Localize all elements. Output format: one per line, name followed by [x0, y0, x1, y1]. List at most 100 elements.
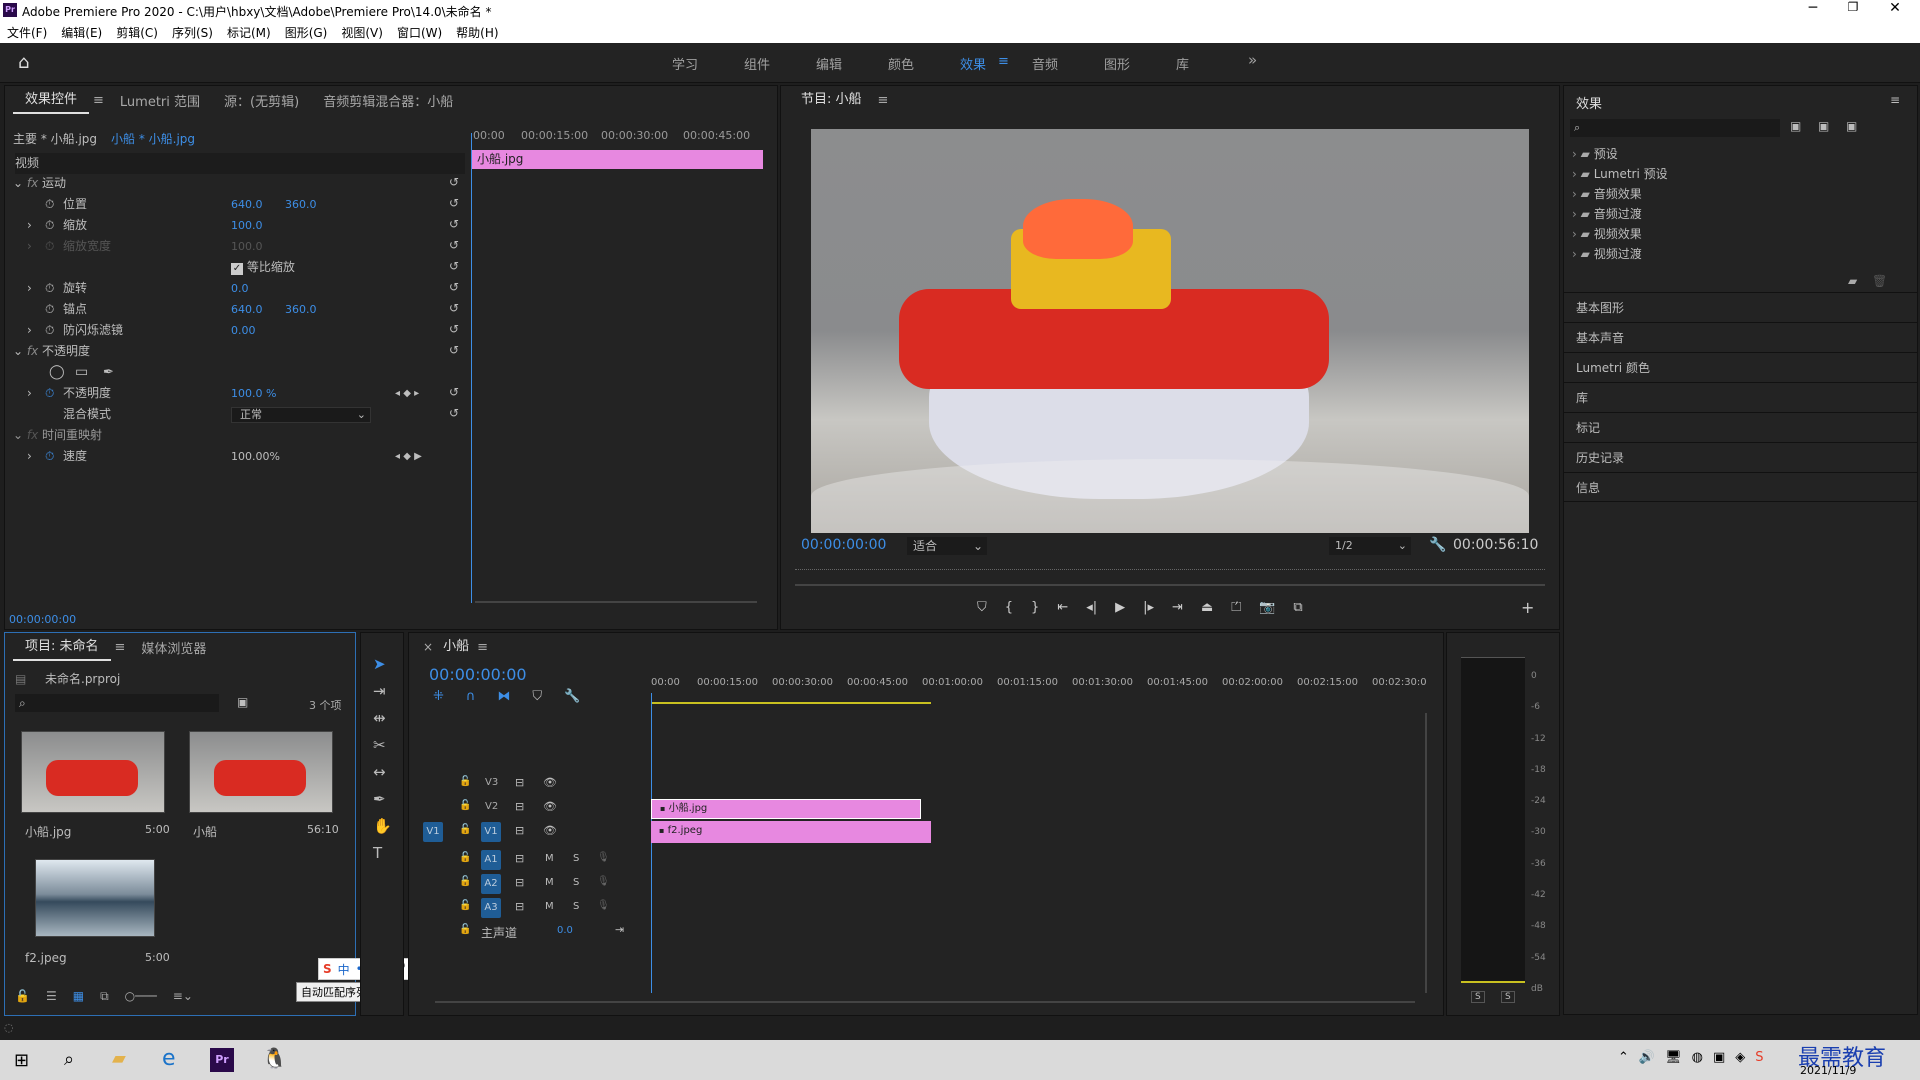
workspace-graphics[interactable]: 图形	[1104, 54, 1130, 73]
expand-icon[interactable]: ›	[27, 383, 32, 404]
menu-view[interactable]: 视图(V)	[341, 24, 383, 41]
tree-item-lumetri-presets[interactable]: › ▰ Lumetri 预设	[1572, 164, 1668, 184]
tree-item-audio-effects[interactable]: › ▰ 音频效果	[1572, 184, 1668, 204]
tab-menu-icon[interactable]: ≡	[111, 640, 130, 655]
opacity-value[interactable]: 100.0 %	[231, 383, 276, 404]
menu-marker[interactable]: 标记(M)	[227, 24, 271, 41]
tree-item-video-effects[interactable]: › ▰ 视频效果	[1572, 224, 1668, 244]
panel-essential-sound[interactable]: 基本声音	[1564, 322, 1917, 352]
tab-audio-clip-mixer[interactable]: 音频剪辑混合器：小船	[311, 91, 465, 110]
quality-select[interactable]: 1/2 ⌄	[1329, 537, 1411, 555]
timeline-vertical-scrollbar[interactable]	[1425, 713, 1427, 993]
tab-source[interactable]: 源：(无剪辑)	[212, 91, 311, 110]
menu-clip[interactable]: 剪辑(C)	[116, 24, 158, 41]
tab-lumetri-scopes[interactable]: Lumetri 范围	[108, 91, 212, 110]
sync-lock-icon[interactable]: ⊟	[515, 852, 524, 865]
reset-icon[interactable]: ↺	[449, 235, 465, 256]
minimize-icon[interactable]: ─	[1798, 0, 1828, 16]
expand-icon[interactable]: ›	[27, 446, 32, 467]
slip-tool-icon[interactable]: ↔	[373, 759, 392, 786]
sogou-tray-icon[interactable]: S	[1755, 1050, 1763, 1065]
expand-icon[interactable]: ›	[27, 278, 32, 299]
premiere-taskbar-icon[interactable]: Pr	[210, 1048, 234, 1072]
track-a1[interactable]: 🔓 A1 ⊟ M S 🎙	[409, 849, 1429, 871]
reset-icon[interactable]: ↺	[449, 172, 465, 193]
mute-button[interactable]: M	[545, 853, 554, 864]
track-target-a3[interactable]: A3	[481, 898, 501, 918]
program-time-ruler[interactable]	[795, 560, 1545, 570]
project-search-input[interactable]: ⌕	[15, 694, 219, 712]
lift-icon[interactable]: ⏏	[1201, 600, 1213, 615]
scale-value[interactable]: 100.0	[231, 215, 263, 236]
menu-sequence[interactable]: 序列(S)	[172, 24, 213, 41]
tab-menu-icon[interactable]: ≡	[874, 93, 893, 108]
close-tab-icon[interactable]: ×	[417, 640, 439, 654]
tab-media-browser[interactable]: 媒体浏览器	[129, 638, 218, 657]
effects-search-input[interactable]: ⌕	[1570, 119, 1780, 137]
list-view-icon[interactable]: ☰	[46, 989, 57, 1004]
menu-help[interactable]: 帮助(H)	[456, 24, 498, 41]
volume-icon[interactable]: 🔊	[1639, 1050, 1655, 1065]
motion-row[interactable]: ⌄ fx 运动	[13, 173, 66, 194]
lock-icon[interactable]: 🔓	[459, 900, 471, 911]
panel-lumetri-color[interactable]: Lumetri 颜色	[1564, 352, 1917, 382]
reset-icon[interactable]: ↺	[449, 256, 465, 277]
timeline-timecode[interactable]: 00:00:00:00	[429, 665, 527, 684]
timeline-playhead[interactable]	[651, 693, 652, 993]
solo-button[interactable]: S	[573, 901, 579, 912]
reset-icon[interactable]: ↺	[449, 193, 465, 214]
program-current-timecode[interactable]: 00:00:00:00	[801, 537, 886, 553]
ec-scrollbar[interactable]	[475, 601, 757, 603]
timeline-horizontal-scrollbar[interactable]	[435, 1001, 1415, 1003]
workspace-color[interactable]: 颜色	[888, 54, 914, 73]
extract-icon[interactable]: ⏍	[1231, 600, 1241, 615]
go-to-out-icon[interactable]: ⇥	[1172, 600, 1183, 615]
search-icon[interactable]: ⌕	[64, 1049, 74, 1070]
anchor-x-value[interactable]: 640.0	[231, 299, 263, 320]
wrench-icon[interactable]: 🔧	[1429, 537, 1446, 553]
lock-icon[interactable]: 🔓	[459, 824, 471, 835]
reset-icon[interactable]: ↺	[449, 403, 465, 424]
microphone-icon[interactable]: 🎙	[597, 900, 610, 911]
collapse-icon[interactable]: ⌄	[13, 344, 23, 358]
stopwatch-icon[interactable]: ⏱	[45, 446, 54, 467]
razor-tool-icon[interactable]: ✂	[373, 732, 392, 759]
tab-project[interactable]: 项目: 未命名	[13, 633, 111, 661]
tab-sequence[interactable]: 小船	[439, 633, 473, 661]
comparison-view-icon[interactable]: ⧉	[1293, 600, 1302, 615]
snap-icon[interactable]: ∩	[466, 689, 476, 704]
reset-icon[interactable]: ↺	[449, 214, 465, 235]
tab-menu-icon[interactable]: ≡	[473, 640, 492, 655]
keyframe-nav-icon[interactable]: ◂ ◆ ▸	[395, 383, 419, 404]
solo-right-button[interactable]: S	[1501, 991, 1515, 1003]
selection-tool-icon[interactable]: ➤	[373, 651, 392, 678]
button-editor-icon[interactable]: +	[1521, 598, 1534, 617]
mark-out-icon[interactable]: }	[1031, 600, 1039, 615]
menu-graphics[interactable]: 图形(G)	[285, 24, 328, 41]
sogou-icon[interactable]: S	[323, 962, 332, 976]
go-to-in-icon[interactable]: ⇤	[1057, 600, 1068, 615]
collapse-icon[interactable]: ⌄	[13, 176, 23, 190]
sort-icon[interactable]: ≡⌄	[173, 989, 193, 1004]
project-item[interactable]	[189, 731, 333, 813]
tray-app-icon[interactable]: ▣	[1713, 1050, 1725, 1065]
source-patch-v1[interactable]: V1	[423, 822, 443, 842]
accelerated-effects-icon[interactable]: ▣	[1790, 119, 1801, 133]
workspace-assembly[interactable]: 组件	[744, 54, 770, 73]
sync-lock-icon[interactable]: ⊟	[515, 900, 524, 913]
eye-icon[interactable]: 👁	[543, 776, 557, 789]
tab-program[interactable]: 节目: 小船	[789, 86, 874, 114]
ime-lang[interactable]: 中	[338, 961, 350, 978]
settings-wrench-icon[interactable]: 🔧	[564, 689, 580, 704]
speed-value[interactable]: 100.00%	[231, 446, 280, 467]
new-bin-icon[interactable]: ▣	[237, 695, 248, 709]
type-tool-icon[interactable]: T	[373, 840, 392, 867]
panel-libraries[interactable]: 库	[1564, 382, 1917, 412]
solo-left-button[interactable]: S	[1471, 991, 1485, 1003]
reset-icon[interactable]: ↺	[449, 277, 465, 298]
restore-icon[interactable]: ❐	[1838, 0, 1868, 14]
solo-button[interactable]: S	[573, 877, 579, 888]
program-scrub-bar[interactable]	[795, 584, 1545, 586]
ec-timeline-ruler[interactable]: 00:00 00:00:15:00 00:00:30:00 00:00:45:0…	[471, 129, 777, 145]
freeform-view-icon[interactable]: ⧉	[100, 989, 109, 1004]
